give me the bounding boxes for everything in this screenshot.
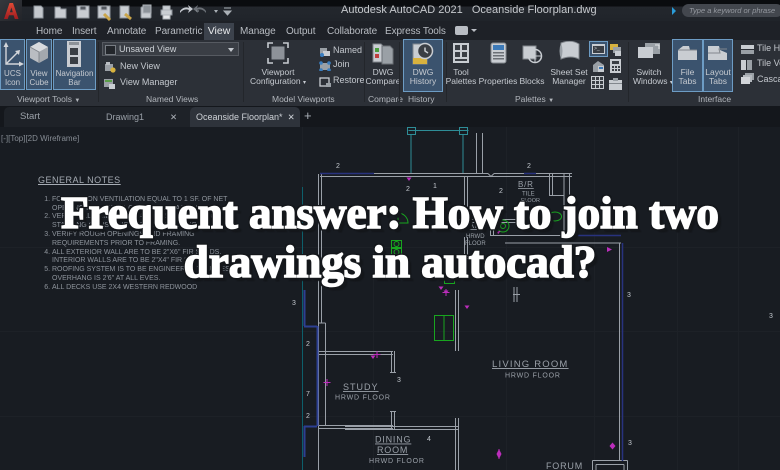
- svg-text:7: 7: [306, 391, 310, 398]
- svg-text:2: 2: [306, 341, 310, 348]
- svg-text:4: 4: [427, 436, 431, 443]
- svg-text:2: 2: [306, 413, 310, 420]
- svg-text:3: 3: [769, 313, 773, 320]
- svg-text:HRWD FLOOR: HRWD FLOOR: [369, 458, 425, 465]
- svg-text:DINING: DINING: [375, 435, 411, 445]
- svg-text:HRWD FLOOR: HRWD FLOOR: [335, 395, 391, 402]
- svg-text:3: 3: [292, 300, 296, 307]
- svg-text:ROOM: ROOM: [377, 445, 408, 455]
- svg-text:3: 3: [397, 377, 401, 384]
- svg-text:FORUM: FORUM: [546, 461, 583, 470]
- svg-text:HRWD FLOOR: HRWD FLOOR: [505, 373, 561, 380]
- svg-text:2: 2: [527, 163, 531, 170]
- svg-text:LIVING ROOM: LIVING ROOM: [492, 359, 569, 370]
- svg-text:3: 3: [627, 292, 631, 299]
- svg-text:2: 2: [336, 163, 340, 170]
- svg-text:3: 3: [628, 440, 632, 447]
- svg-text:STUDY: STUDY: [343, 382, 379, 392]
